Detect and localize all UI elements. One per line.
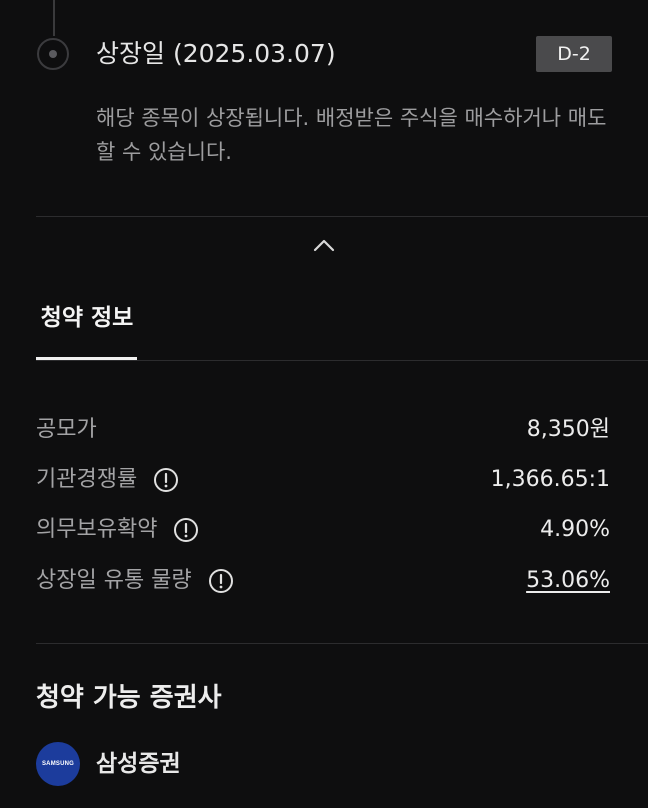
- info-label-text: 상장일 유통 물량: [36, 568, 192, 593]
- divider: [36, 643, 648, 644]
- tab-divider: [36, 360, 648, 361]
- info-label-text: 의무보유확약: [36, 517, 158, 542]
- info-row-float-volume: 상장일 유통 물량 53.06%: [36, 561, 610, 601]
- info-label-text: 공모가: [36, 417, 97, 442]
- info-icon[interactable]: [173, 517, 199, 543]
- step-title: 상장일 (2025.03.07): [96, 39, 336, 68]
- info-label: 기관경쟁률: [36, 460, 179, 500]
- divider: [36, 216, 648, 217]
- info-value: 4.90%: [540, 517, 610, 542]
- timeline-dot-inner: [49, 50, 57, 58]
- info-icon[interactable]: [208, 568, 234, 594]
- timeline-dot-icon: [37, 38, 69, 70]
- broker-logo-text: SAMSUNG: [41, 761, 75, 767]
- info-label: 공모가: [36, 410, 97, 450]
- samsung-logo-icon: SAMSUNG: [36, 742, 80, 786]
- info-label-text: 기관경쟁률: [36, 467, 138, 492]
- timeline-line: [53, 0, 55, 36]
- tab-subscription-info[interactable]: 청약 정보: [36, 298, 138, 338]
- info-icon[interactable]: [153, 467, 179, 493]
- info-label: 상장일 유통 물량: [36, 561, 234, 601]
- info-row-offer-price: 공모가 8,350원: [36, 410, 610, 450]
- float-volume-link[interactable]: 53.06%: [526, 561, 610, 601]
- step-description: 해당 종목이 상장됩니다. 배정받은 주식을 매수하거나 매도할 수 있습니다.: [96, 106, 607, 164]
- brokers-section-title: 청약 가능 증권사: [36, 683, 222, 713]
- info-label: 의무보유확약: [36, 510, 199, 550]
- d-day-badge: D-2: [536, 36, 612, 72]
- chevron-up-icon[interactable]: [313, 237, 335, 253]
- info-value: 1,366.65:1: [490, 467, 610, 492]
- broker-name: 삼성증권: [96, 751, 181, 777]
- broker-item[interactable]: SAMSUNG 삼성증권: [36, 740, 181, 788]
- info-row-institution-competition: 기관경쟁률 1,366.65:1: [36, 460, 610, 500]
- info-row-lockup: 의무보유확약 4.90%: [36, 510, 610, 550]
- info-value: 8,350원: [526, 417, 610, 442]
